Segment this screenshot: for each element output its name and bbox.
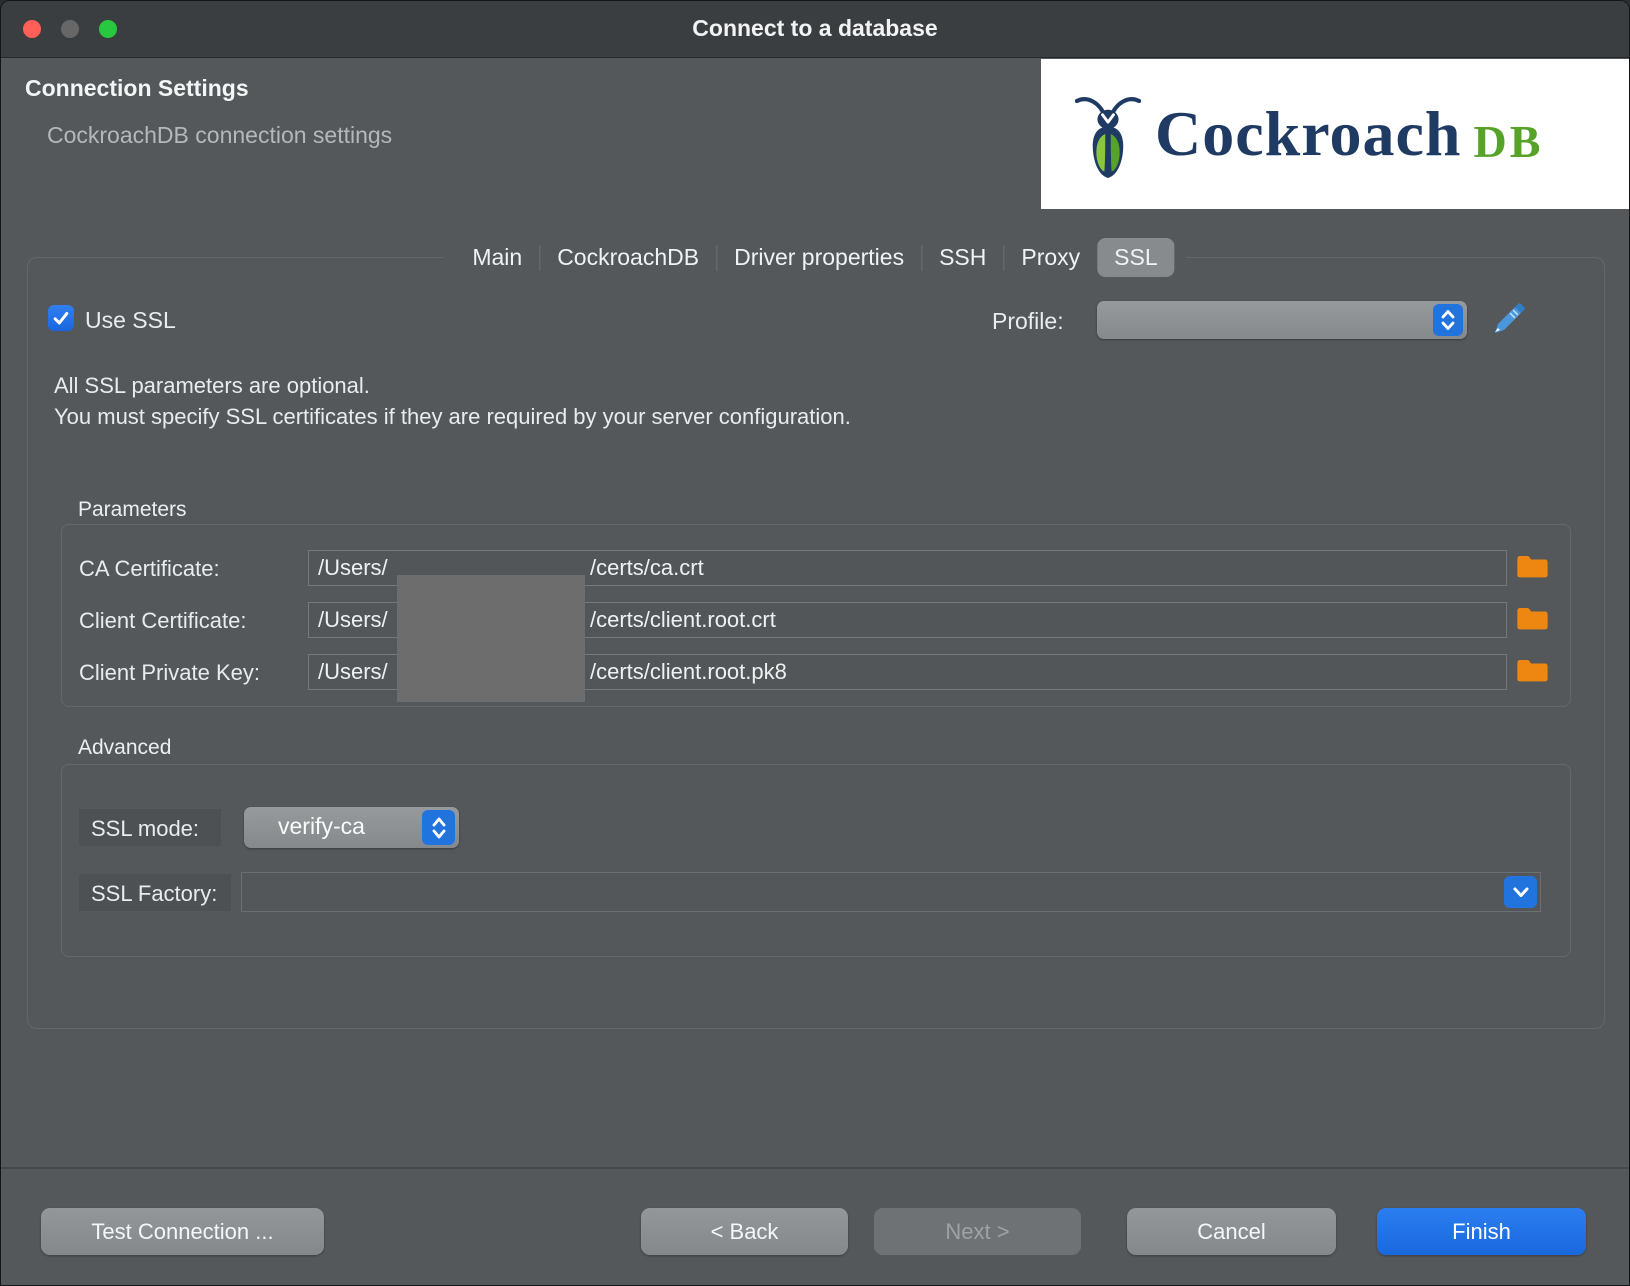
footer-divider (1, 1167, 1629, 1169)
use-ssl-checkbox[interactable] (48, 305, 74, 331)
ssl-info-line-1: All SSL parameters are optional. (54, 370, 370, 401)
parameters-group-title: Parameters (78, 498, 187, 522)
tab-ssh[interactable]: SSH (922, 238, 1003, 277)
client-private-key-label: Client Private Key: (79, 660, 260, 686)
page-title: Connection Settings (25, 75, 249, 102)
next-button: Next > (874, 1208, 1081, 1255)
test-connection-button[interactable]: Test Connection ... (41, 1208, 324, 1255)
path-prefix: /Users/ (318, 555, 388, 580)
path-suffix: /certs/ca.crt (590, 551, 704, 585)
brand-name: Cockroach (1155, 97, 1461, 171)
ssl-mode-label: SSL mode: (91, 816, 199, 842)
edit-profile-button[interactable] (1491, 303, 1525, 337)
back-button[interactable]: < Back (641, 1208, 848, 1255)
connect-to-database-dialog: Connect to a database Connection Setting… (0, 0, 1630, 1286)
browse-client-private-key-button[interactable] (1516, 657, 1549, 685)
ssl-factory-combo[interactable] (241, 872, 1541, 912)
driver-logo: Cockroach DB (1041, 59, 1630, 209)
ssl-mode-selected-value: verify-ca (278, 813, 365, 840)
tab-ssl[interactable]: SSL (1097, 238, 1174, 277)
path-suffix: /certs/client.root.pk8 (590, 655, 787, 689)
path-prefix: /Users/ (318, 659, 388, 684)
folder-icon (1516, 553, 1549, 581)
folder-icon (1516, 605, 1549, 633)
ssl-factory-label: SSL Factory: (91, 881, 217, 907)
tab-proxy[interactable]: Proxy (1004, 238, 1097, 277)
ssl-info-line-2: You must specify SSL certificates if the… (54, 401, 851, 432)
tab-bar: Main CockroachDB Driver properties SSH P… (443, 238, 1186, 277)
browse-ca-certificate-button[interactable] (1516, 553, 1549, 581)
advanced-group-title: Advanced (78, 736, 171, 760)
page-subtitle: CockroachDB connection settings (47, 122, 392, 149)
finish-button[interactable]: Finish (1377, 1208, 1586, 1255)
advanced-group-box (61, 764, 1571, 957)
cancel-button[interactable]: Cancel (1127, 1208, 1336, 1255)
profile-select[interactable] (1097, 301, 1467, 339)
path-suffix: /certs/client.root.crt (590, 603, 776, 637)
ssl-mode-select[interactable]: verify-ca (244, 807, 459, 848)
chevron-down-icon[interactable] (1504, 876, 1537, 908)
tab-main[interactable]: Main (455, 238, 539, 277)
tab-cockroachdb[interactable]: CockroachDB (540, 238, 716, 277)
tab-driver-properties[interactable]: Driver properties (717, 238, 921, 277)
client-certificate-label: Client Certificate: (79, 608, 247, 634)
brand-suffix: DB (1473, 101, 1543, 168)
title-bar: Connect to a database (1, 1, 1629, 58)
chevron-up-down-icon (1433, 304, 1463, 336)
checkmark-icon (51, 308, 71, 328)
chevron-up-down-icon (422, 810, 455, 845)
ca-certificate-label: CA Certificate: (79, 556, 220, 582)
pencil-icon (1491, 303, 1525, 337)
browse-client-certificate-button[interactable] (1516, 605, 1549, 633)
folder-icon (1516, 657, 1549, 685)
dialog-title: Connect to a database (1, 15, 1629, 42)
use-ssl-label: Use SSL (85, 307, 176, 334)
cockroach-bug-icon (1075, 86, 1141, 182)
profile-label: Profile: (992, 308, 1064, 335)
redacted-username-overlay (397, 575, 585, 702)
path-prefix: /Users/ (318, 607, 388, 632)
